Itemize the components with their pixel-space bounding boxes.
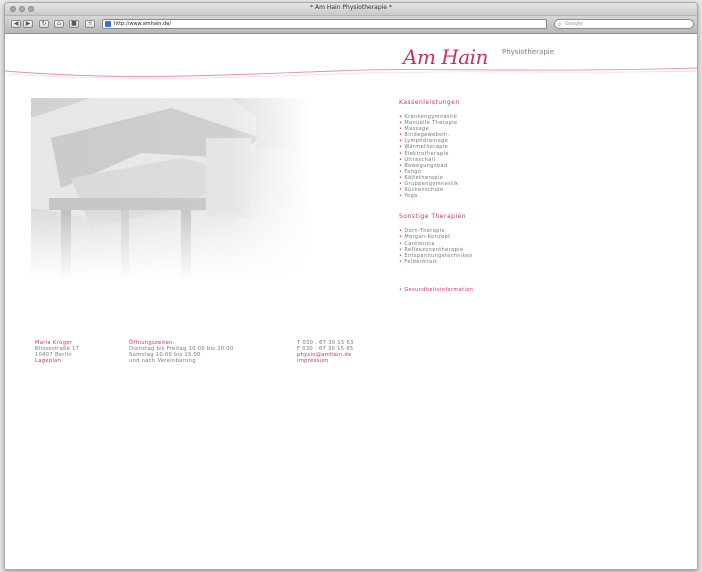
reload-icon: ↻: [41, 20, 47, 27]
bullet-icon: •: [399, 234, 403, 241]
back-button[interactable]: ◀: [11, 20, 21, 28]
add-bookmark-button[interactable]: +: [85, 20, 95, 28]
footer-hours: Öffnungszeiten: Dienstag bis Freitag 10.…: [129, 340, 234, 364]
bullet-icon: •: [399, 144, 403, 151]
favicon-icon: [105, 21, 111, 27]
hours-line: und nach Vereinbarung: [129, 358, 196, 364]
imprint-link[interactable]: Impressum: [297, 358, 354, 364]
hero-photo: [31, 98, 313, 281]
bullet-icon: •: [399, 156, 403, 163]
bullet-icon: •: [399, 240, 403, 247]
bullet-icon: •: [399, 228, 403, 235]
sonstige-list: • Dorn-Therapie • Morgan-Konzept • Cantieni…: [399, 228, 629, 265]
back-arrow-icon: ◀: [13, 20, 19, 27]
footer-address: Maria Krüger Blissestraße 17 10407 Berli…: [35, 340, 79, 364]
header-swoosh: [5, 67, 697, 79]
services-column: Kassenleistungen • Krankengymnastik • Manu…: [399, 99, 629, 293]
kassenleistungen-list: • Krankengymnastik • Manuelle Therapie • Ma…: [399, 114, 629, 199]
address-text: http://www.amhain.de/: [114, 21, 171, 27]
bullet-icon: •: [399, 114, 403, 120]
list-item[interactable]: • Yoga: [399, 193, 629, 199]
bullet-icon: •: [399, 132, 403, 139]
footer-contact: T 030 . 67 30 15 63 F 030 . 67 30 15 65 …: [297, 340, 354, 364]
logo-subtitle: Physiotherapie: [502, 48, 555, 56]
bullet-icon: •: [399, 258, 403, 265]
title-bar: * Am Hain Physiotherapie *: [5, 3, 697, 16]
bullet-icon: •: [399, 120, 403, 127]
bullet-icon: •: [399, 187, 403, 194]
stop-icon: ■: [71, 20, 77, 27]
bullet-icon: •: [399, 193, 403, 200]
bullet-icon: •: [399, 138, 403, 145]
bullet-icon: •: [399, 162, 403, 169]
search-field[interactable]: ⌕ Google: [554, 19, 694, 29]
forward-button[interactable]: ▶: [23, 20, 33, 28]
search-icon: ⌕: [558, 21, 562, 28]
plus-icon: +: [87, 20, 93, 27]
bullet-icon: •: [399, 246, 403, 253]
window-title: * Am Hain Physiotherapie *: [310, 4, 392, 11]
map-link[interactable]: Lageplan: [35, 358, 79, 364]
sonstige-title: Sonstige Therapien: [399, 213, 467, 221]
list-item[interactable]: • Feldenkrais: [399, 259, 629, 265]
bullet-icon: •: [399, 168, 403, 175]
bullet-icon: •: [399, 181, 403, 188]
kassenleistungen-title: Kassenleistungen: [399, 99, 460, 106]
web-page: Am Hain Physiotherapie Kassenleistungen …: [5, 35, 697, 569]
search-placeholder: Google: [565, 21, 583, 27]
home-button[interactable]: ⌂: [54, 20, 64, 28]
browser-window: * Am Hain Physiotherapie * ◀ ▶ ↻ ⌂ ■ + h…: [4, 2, 698, 570]
gesundheitsinfo-link[interactable]: • Gesundheitsinformation: [399, 287, 629, 293]
bullet-icon: •: [399, 174, 403, 181]
stop-button[interactable]: ■: [69, 20, 79, 28]
address-bar[interactable]: http://www.amhain.de/: [102, 19, 547, 29]
browser-toolbar: ◀ ▶ ↻ ⌂ ■ + http://www.amhain.de/ ⌕ Goog…: [5, 16, 697, 34]
reload-button[interactable]: ↻: [39, 20, 49, 28]
logo[interactable]: Am Hain: [403, 45, 488, 69]
bullet-icon: •: [399, 126, 403, 133]
home-icon: ⌂: [57, 20, 61, 27]
bullet-icon: •: [399, 150, 403, 157]
forward-arrow-icon: ▶: [25, 20, 31, 27]
bullet-icon: •: [399, 252, 403, 259]
